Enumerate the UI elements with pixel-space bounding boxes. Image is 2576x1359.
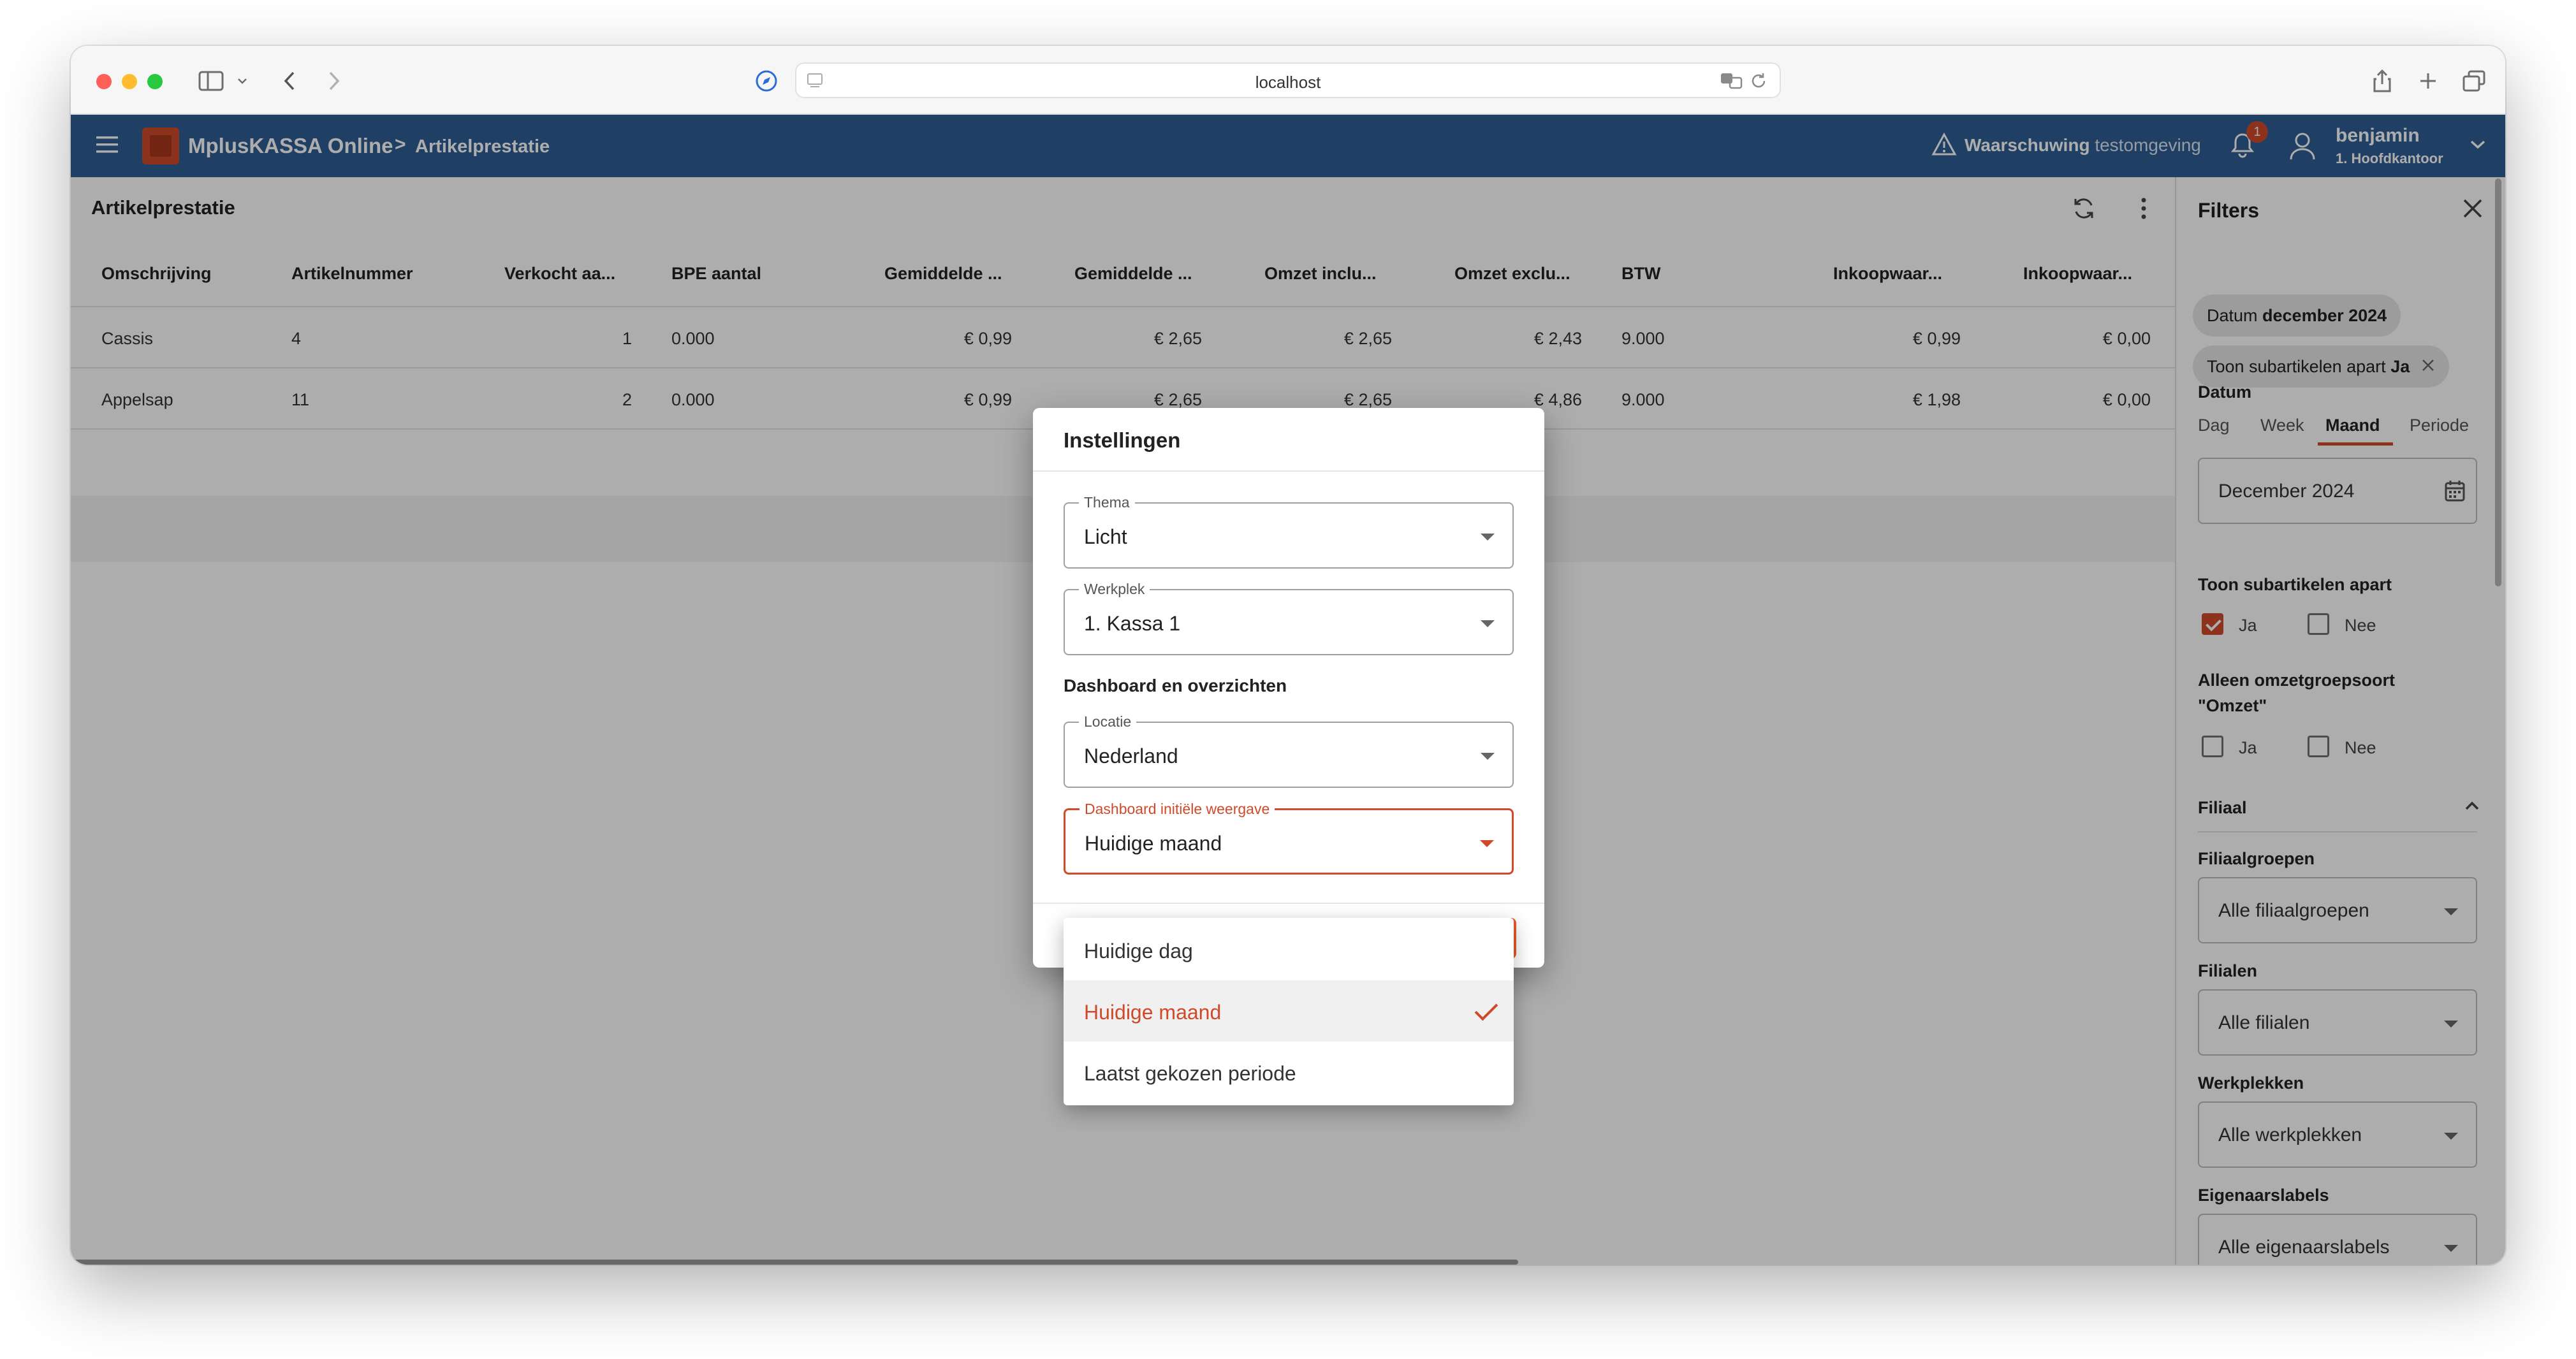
browser-window: localhost MplusKASSA Online > Artikelpre… <box>71 46 2505 1265</box>
browser-toolbar: localhost <box>71 46 2505 115</box>
werkplek-select[interactable]: Werkplek 1. Kassa 1 <box>1064 581 1514 655</box>
dashboard-weergave-select[interactable]: Dashboard initiële weergave Huidige maan… <box>1064 801 1514 875</box>
dropdown-arrow-icon <box>1481 534 1495 541</box>
compass-icon[interactable] <box>750 65 782 97</box>
settings-dialog: Instellingen Thema Licht Werkplek 1. Kas… <box>1033 408 1544 968</box>
dropdown-arrow-icon <box>1481 620 1495 627</box>
check-icon <box>1474 997 1498 1021</box>
reload-icon[interactable] <box>1749 71 1768 94</box>
locatie-select[interactable]: Locatie Nederland <box>1064 713 1514 788</box>
select-value: 1. Kassa 1 <box>1084 612 1181 635</box>
minimize-window-button[interactable] <box>122 74 137 89</box>
dialog-title: Instellingen <box>1064 428 1181 452</box>
option-label: Huidige dag <box>1084 940 1193 963</box>
divider <box>1033 903 1544 904</box>
menu-option-laatst-gekozen-periode[interactable]: Laatst gekozen periode <box>1064 1042 1514 1103</box>
field-label: Thema <box>1079 494 1135 511</box>
select-value: Licht <box>1084 525 1127 548</box>
tab-overview-icon[interactable] <box>2458 65 2490 97</box>
select-value: Nederland <box>1084 745 1178 767</box>
menu-option-huidige-maand[interactable]: Huidige maand <box>1064 980 1514 1042</box>
menu-option-huidige-dag[interactable]: Huidige dag <box>1064 919 1514 980</box>
thema-select[interactable]: Thema Licht <box>1064 494 1514 569</box>
divider <box>1033 470 1544 472</box>
address-bar[interactable]: localhost <box>795 62 1781 98</box>
field-label: Werkplek <box>1079 581 1150 598</box>
zoom-window-button[interactable] <box>147 74 163 89</box>
share-icon[interactable] <box>2366 65 2398 97</box>
dropdown-arrow-icon <box>1481 753 1495 760</box>
translate-icon[interactable] <box>1720 71 1744 94</box>
dropdown-arrow-icon <box>1480 840 1494 847</box>
close-window-button[interactable] <box>96 74 112 89</box>
option-label: Laatst gekozen periode <box>1084 1062 1296 1085</box>
new-tab-icon[interactable] <box>2412 65 2444 97</box>
chevron-down-icon[interactable] <box>234 65 251 97</box>
section-title: Dashboard en overzichten <box>1064 676 1287 695</box>
weergave-dropdown-menu: Huidige dag Huidige maand Laatst gekozen… <box>1064 918 1514 1105</box>
option-label: Huidige maand <box>1084 1001 1222 1024</box>
select-value: Huidige maand <box>1085 832 1222 855</box>
url-text: localhost <box>1255 73 1321 92</box>
field-label: Locatie <box>1079 713 1137 730</box>
field-label: Dashboard initiële weergave <box>1079 801 1275 818</box>
forward-icon[interactable] <box>319 65 349 97</box>
sidebar-toggle-icon[interactable] <box>192 65 230 97</box>
back-icon[interactable] <box>275 65 304 97</box>
